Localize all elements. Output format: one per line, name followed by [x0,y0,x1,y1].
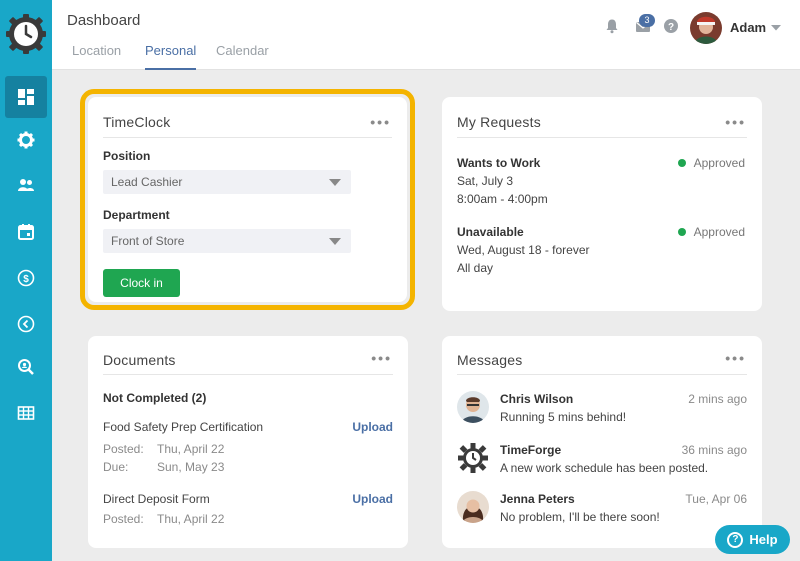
message-time: Tue, Apr 06 [685,492,747,506]
department-value: Front of Store [111,234,185,248]
upload-link[interactable]: Upload [352,492,393,506]
status-badge: Approved [677,225,745,239]
section-heading: Not Completed (2) [103,391,207,405]
position-label: Position [103,149,151,163]
request-date: Wed, August 18 - forever [457,243,590,257]
divider [103,137,392,138]
nav-back[interactable] [0,303,52,345]
tab-calendar[interactable]: Calendar [216,43,269,68]
timeclock-card: TimeClock ••• Position Lead Cashier Depa… [88,97,407,302]
svg-text:$: $ [23,274,29,285]
help-button[interactable]: ? Help [715,525,790,554]
sender-name: Jenna Peters [500,492,575,506]
nav-team[interactable] [0,164,52,206]
avatar [457,391,489,423]
department-select[interactable]: Front of Store [103,229,351,253]
requests-card: My Requests ••• Wants to Work Approved S… [442,97,762,311]
meta-value: Thu, April 22 [157,512,225,526]
search-user-icon [18,359,34,375]
request-type: Wants to Work [457,156,541,170]
gear-icon [457,442,489,474]
meta-value: Thu, April 22 [157,442,225,456]
status-dot-icon [677,159,686,167]
bell-icon[interactable] [604,18,620,34]
more-options-icon[interactable]: ••• [725,114,746,130]
documents-card: Documents ••• Not Completed (2) Food Saf… [88,336,408,548]
nav-calendar[interactable] [0,211,52,253]
user-name[interactable]: Adam [730,20,766,35]
card-title: TimeClock [103,114,171,130]
app-logo-icon[interactable] [5,13,47,55]
nav-payroll[interactable]: $ [0,257,52,299]
tab-location[interactable]: Location [72,43,121,68]
card-title: Messages [457,352,523,368]
divider [457,374,747,375]
calendar-icon [18,224,34,240]
position-value: Lead Cashier [111,175,183,189]
position-select[interactable]: Lead Cashier [103,170,351,194]
more-options-icon[interactable]: ••• [725,350,746,366]
card-title: My Requests [457,114,541,130]
request-time: 8:00am - 4:00pm [457,192,548,206]
meta-key: Due: [103,460,129,474]
nav-find-staff[interactable] [0,346,52,388]
tab-personal[interactable]: Personal [145,43,197,70]
chevron-down-icon [329,179,341,186]
sidebar: $ [0,0,52,561]
message-text: Running 5 mins behind! [500,410,627,424]
table-icon [17,406,35,420]
user-avatar[interactable] [690,12,722,44]
status-dot-icon [677,228,686,236]
nav-reports[interactable] [0,392,52,434]
meta-value: Sun, May 23 [157,460,225,474]
dashboard-icon [18,89,34,105]
help-label: Help [749,532,778,547]
status-badge: Approved [677,156,745,170]
request-time: All day [457,261,494,275]
department-label: Department [103,208,170,222]
divider [457,137,747,138]
svg-text:?: ? [668,22,674,33]
message-time: 36 mins ago [681,443,747,457]
messages-card: Messages ••• Chris Wilson 2 mins ago Run… [442,336,762,548]
avatar [457,491,489,523]
users-icon [18,179,34,191]
gear-icon [17,131,35,149]
more-options-icon[interactable]: ••• [370,114,391,130]
sender-name: Chris Wilson [500,392,574,406]
document-name: Food Safety Prep Certification [103,420,264,434]
chevron-left-icon [17,315,35,333]
message-text: A new work schedule has been posted. [500,461,709,475]
meta-key: Posted: [103,442,144,456]
status-text: Approved [693,156,745,170]
document-name: Direct Deposit Form [103,492,210,506]
request-date: Sat, July 3 [457,174,514,188]
nav-dashboard[interactable] [5,76,47,118]
divider [103,374,393,375]
status-text: Approved [693,225,745,239]
help-circle-icon[interactable]: ? [663,18,679,34]
more-options-icon[interactable]: ••• [371,350,392,366]
chevron-down-icon [329,238,341,245]
message-time: 2 mins ago [688,392,747,406]
sender-name: TimeForge [500,443,562,457]
help-icon: ? [727,531,744,548]
meta-key: Posted: [103,512,144,526]
request-type: Unavailable [457,225,524,239]
mail-count-badge: 3 [639,14,655,27]
top-header: Dashboard Location Personal Calendar [52,0,800,70]
dollar-icon: $ [17,269,35,287]
chevron-down-icon[interactable] [770,24,782,32]
upload-link[interactable]: Upload [352,420,393,434]
clock-in-button[interactable]: Clock in [103,269,180,297]
nav-settings[interactable] [0,119,52,161]
card-title: Documents [103,352,176,368]
message-text: No problem, I'll be there soon! [500,510,660,524]
page-title: Dashboard [67,12,141,29]
